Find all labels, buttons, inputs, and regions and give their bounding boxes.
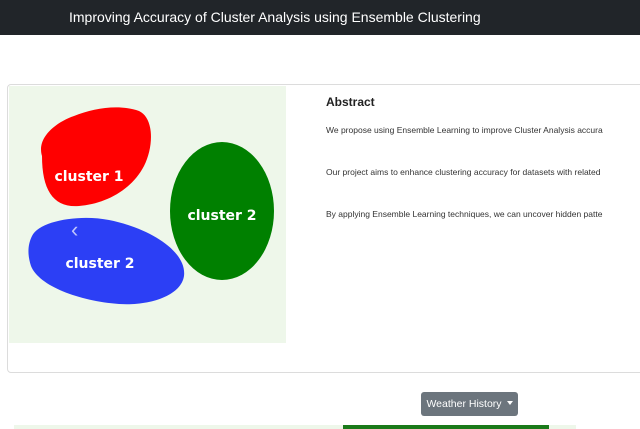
- caret-down-icon: [506, 401, 513, 405]
- next-section-accent: [343, 425, 549, 429]
- cluster-illustration: cluster 1 cluster 2 cluster 2: [28, 107, 274, 305]
- dropdown-label: Weather History: [426, 398, 502, 410]
- abstract-paragraph: We propose using Ensemble Learning to im…: [326, 125, 603, 135]
- cluster-label-blue: cluster 2: [65, 256, 134, 272]
- chevron-left-icon[interactable]: ‹: [71, 218, 91, 242]
- navbar: Improving Accuracy of Cluster Analysis u…: [0, 0, 640, 35]
- project-card: cluster 1 cluster 2 cluster 2 ‹ Abstract…: [7, 84, 640, 373]
- cluster-label-red: cluster 1: [54, 169, 123, 185]
- cluster-blob-red: [41, 107, 151, 207]
- weather-history-dropdown-button[interactable]: Weather History: [421, 392, 518, 416]
- cluster-label-green: cluster 2: [187, 208, 256, 224]
- abstract-heading: Abstract: [326, 95, 375, 109]
- abstract-paragraph: By applying Ensemble Learning techniques…: [326, 209, 603, 219]
- navbar-title[interactable]: Improving Accuracy of Cluster Analysis u…: [69, 9, 481, 25]
- abstract-paragraph: Our project aims to enhance clustering a…: [326, 167, 601, 177]
- image-carousel[interactable]: cluster 1 cluster 2 cluster 2 ‹: [9, 86, 286, 343]
- abstract-section: Abstract We propose using Ensemble Learn…: [326, 95, 640, 219]
